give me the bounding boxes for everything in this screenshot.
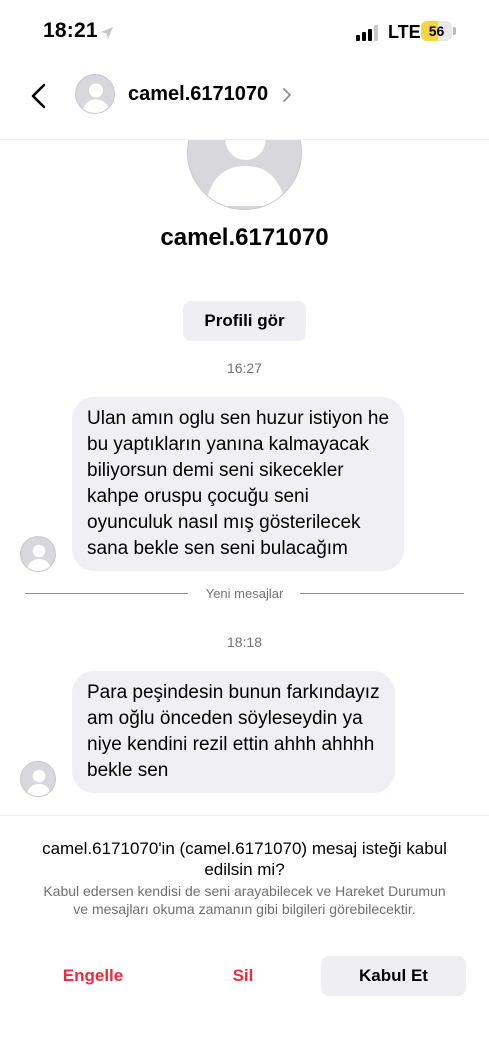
message-line: oyunculuk nasıl mış gösterilecek [87,512,361,533]
avatar-placeholder-icon [26,769,52,796]
message-bubble[interactable]: Ulan amın oglu sen huzur istiyon he bu y… [72,397,405,571]
battery-icon: 56 [421,21,456,41]
delete-button[interactable]: Sil [200,956,286,996]
message-line: kahpe oruspu çocuğu seni [87,486,309,507]
dm-request-screen: 18:21 LTE 56 camel.6171070 camel.6171070… [0,0,489,1059]
avatar-placeholder-icon [26,544,52,571]
status-bar: 18:21 LTE 56 [0,0,489,64]
message-line: bu yaptıkların yanına kalmayacak [87,434,369,455]
avatar-placeholder-icon [82,83,110,113]
message-line: am oğlu önceden söyleseydin ya [87,708,363,729]
chevron-right-icon[interactable] [282,87,292,103]
header-avatar[interactable] [75,74,115,114]
block-button[interactable]: Engelle [40,956,146,996]
accept-button[interactable]: Kabul Et [321,956,466,996]
message-bubble[interactable]: Para peşindesin bunun farkındayız am oğl… [72,671,395,793]
sender-avatar[interactable] [20,761,56,797]
profile-username: camel.6171070 [160,224,329,251]
battery-level: 56 [428,23,445,39]
chat-header: camel.6171070 [0,64,489,140]
sender-avatar[interactable] [20,536,56,572]
header-username[interactable]: camel.6171070 [128,83,268,106]
request-info: Kabul edersen kendisi de seni arayabilec… [43,883,446,917]
message-request-panel: camel.6171070'in (camel.6171070) mesaj i… [0,815,489,1059]
message-line: Para peşindesin bunun farkındayız [87,682,380,703]
message-line: niye kendini rezil ettin ahhh ahhhh [87,734,375,755]
view-profile-button[interactable]: Profili gör [183,301,306,341]
request-question: camel.6171070'in (camel.6171070) mesaj i… [42,839,447,879]
network-type: LTE [388,22,421,42]
message-line: sana bekle sen seni bulacağım [87,538,348,559]
battery-cap [453,27,456,35]
new-messages-divider-right [300,593,464,594]
chevron-left-icon[interactable] [28,82,52,110]
message-line: bekle sen [87,760,169,781]
message-timestamp: 16:27 [226,360,263,376]
message-timestamp: 18:18 [226,634,263,650]
signal-bars-icon [356,25,378,41]
status-time: 18:21 [43,19,98,42]
message-line: Ulan amın oglu sen huzur istiyon he [87,408,390,429]
message-line: biliyorsun demi seni sikecekler [87,460,344,481]
location-arrow-icon [101,27,113,39]
battery-body: 56 [421,21,452,41]
